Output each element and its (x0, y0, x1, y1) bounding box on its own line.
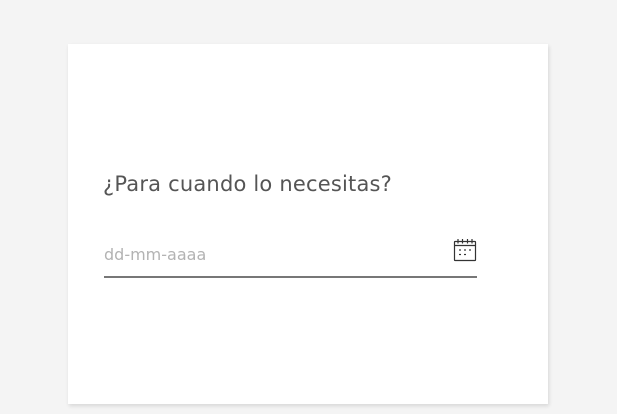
question-title: ¿Para cuando lo necesitas? (103, 172, 393, 196)
question-card: ¿Para cuando lo necesitas? (68, 44, 548, 404)
calendar-icon[interactable] (453, 238, 477, 262)
date-field[interactable] (104, 236, 477, 278)
date-input[interactable] (104, 240, 434, 268)
